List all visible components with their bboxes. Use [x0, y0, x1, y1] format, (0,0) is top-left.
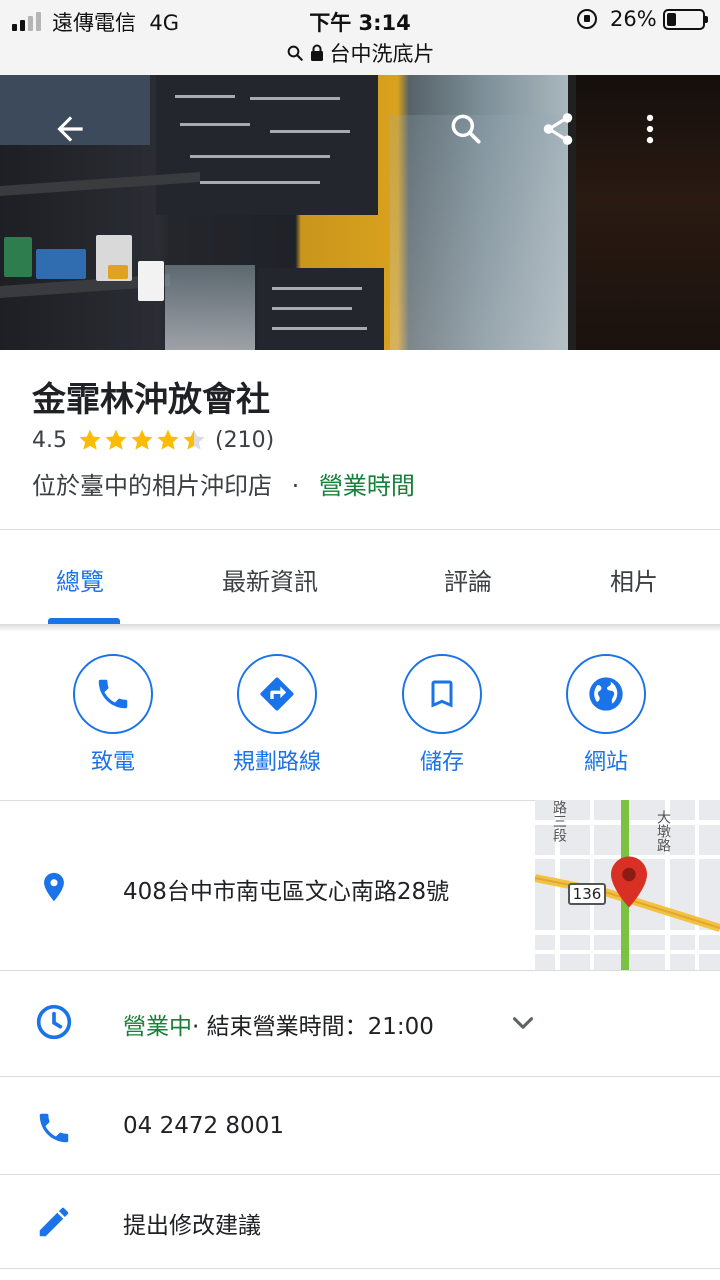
phone-icon — [98, 679, 128, 709]
website-button-circle[interactable] — [566, 654, 646, 734]
tab-photos[interactable]: 相片 — [610, 562, 658, 597]
place-title: 金霏林沖放會社 — [32, 380, 270, 420]
directions-icon — [260, 677, 294, 711]
map-pin-icon — [611, 856, 647, 908]
category-row: 位於臺中的相片沖印店 · 營業時間 — [32, 466, 415, 501]
tab-reviews[interactable]: 評論 — [444, 562, 492, 597]
website-label: 網站 — [583, 750, 628, 775]
directions-button[interactable]: 規劃路線 — [222, 654, 332, 776]
call-button-circle[interactable] — [73, 654, 153, 734]
star-icon — [79, 429, 101, 450]
status-bar: 遠傳電信 4G 下午 3:14 26% 台中洗底片 — [0, 0, 720, 75]
call-label: 致電 — [90, 750, 135, 775]
share-icon — [543, 113, 573, 145]
battery-icon — [663, 9, 708, 30]
search-icon — [286, 43, 304, 67]
globe-icon — [589, 677, 623, 711]
more-vert-icon — [646, 114, 654, 144]
star-rating — [77, 427, 207, 453]
route-badge: 136 — [568, 883, 606, 905]
clock-icon — [32, 1000, 76, 1044]
phone-icon — [32, 1106, 76, 1150]
display-case — [165, 265, 255, 350]
hours-link[interactable]: 營業時間 — [319, 472, 415, 500]
back-button[interactable] — [44, 103, 96, 155]
battery-fill — [667, 13, 676, 26]
divider — [0, 1268, 720, 1269]
address-text[interactable]: 408台中市南屯區文心南路28號 — [123, 872, 449, 906]
road-label: 路三段 — [551, 800, 567, 842]
rotation-lock-icon — [577, 9, 597, 29]
review-count[interactable]: (210) — [215, 428, 274, 453]
divider — [0, 1076, 720, 1077]
star-icon — [157, 429, 179, 450]
edit-icon — [32, 1200, 76, 1244]
road-label: 大墩路 — [655, 810, 671, 852]
website-button[interactable]: 網站 — [551, 654, 661, 776]
divider — [0, 1174, 720, 1175]
share-button[interactable] — [532, 103, 584, 155]
suggest-edit-link[interactable]: 提出修改建議 — [123, 1206, 261, 1240]
more-options-button[interactable] — [624, 103, 676, 155]
tab-bar: 總覽 最新資訊 評論 相片 — [0, 530, 720, 624]
save-label: 儲存 — [419, 750, 464, 775]
tab-updates[interactable]: 最新資訊 — [222, 562, 318, 597]
location-pin-icon — [32, 865, 76, 909]
closing-time: · 結束營業時間：21:00 — [192, 1014, 434, 1040]
expand-hours-button[interactable] — [506, 1006, 540, 1040]
divider — [0, 970, 720, 971]
save-button-circle[interactable] — [402, 654, 482, 734]
lock-icon — [310, 43, 324, 67]
battery-percent: 26% — [610, 7, 657, 31]
star-icon — [131, 429, 153, 450]
search-button[interactable] — [440, 103, 492, 155]
photo-carousel[interactable] — [0, 75, 720, 350]
directions-button-circle[interactable] — [237, 654, 317, 734]
call-button[interactable]: 致電 — [58, 654, 168, 776]
arrow-back-icon — [57, 116, 83, 142]
tabs-shadow — [0, 624, 720, 632]
star-icon — [105, 429, 127, 450]
separator-dot: · — [291, 472, 300, 500]
url-bar[interactable]: 台中洗底片 — [0, 38, 720, 68]
search-icon — [451, 114, 481, 144]
open-status: 營業中 — [123, 1014, 192, 1040]
chevron-down-icon — [512, 1017, 534, 1029]
directions-label: 規劃路線 — [232, 750, 321, 775]
phone-number[interactable]: 04 2472 8001 — [123, 1113, 284, 1139]
bookmark-icon — [431, 680, 453, 708]
tab-overview[interactable]: 總覽 — [56, 562, 104, 597]
url-text: 台中洗底片 — [329, 42, 435, 66]
rating-row[interactable]: 4.5 (210) — [32, 427, 274, 453]
rating-value: 4.5 — [32, 427, 67, 453]
save-button[interactable]: 儲存 — [387, 654, 497, 776]
star-icon — [183, 429, 205, 450]
hours-row[interactable]: 營業中· 結束營業時間：21:00 — [123, 1007, 434, 1041]
mini-map[interactable]: 136 大墩路 路三段 — [535, 800, 720, 970]
place-category: 位於臺中的相片沖印店 — [32, 472, 272, 500]
